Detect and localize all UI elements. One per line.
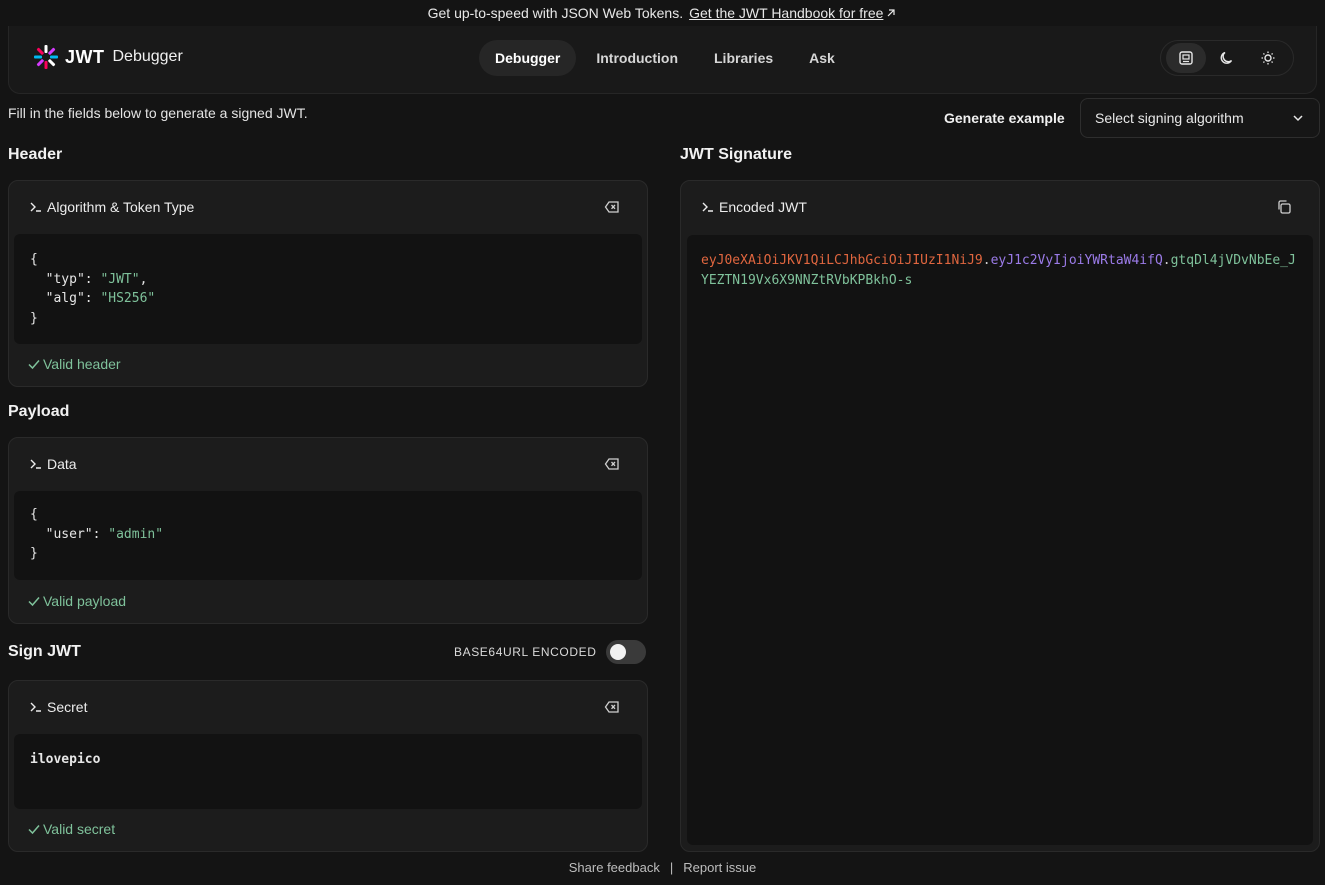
dark-theme-button[interactable] [1207,43,1247,73]
tab-libraries[interactable]: Libraries [698,40,789,76]
base64-toggle[interactable] [606,640,647,664]
header-panel: Algorithm & Token Type { "typ": "JWT", "… [8,180,648,387]
header-editor[interactable]: { "typ": "JWT", "alg": "HS256" } [14,234,642,344]
generate-example-label: Generate example [944,110,1065,126]
payload-editor[interactable]: { "user": "admin" } [14,491,642,580]
header-panel-title: Algorithm & Token Type [29,199,194,215]
sun-icon [1261,51,1275,65]
clear-payload-button[interactable] [601,453,623,475]
code-brace: { [30,507,38,522]
clear-icon [604,201,619,213]
terminal-icon [30,702,41,712]
payload-panel-title-text: Data [47,456,77,472]
payload-status: Valid payload [27,593,126,609]
terminal-icon [702,202,713,212]
secret-panel-title-text: Secret [47,699,88,715]
header-panel-head: Algorithm & Token Type [29,181,623,233]
check-icon [28,597,40,607]
header-section-title: Header [8,146,63,163]
jwt-logo-icon [34,45,58,69]
theme-switcher [1160,40,1294,76]
check-icon [28,360,40,370]
top-banner: Get up-to-speed with JSON Web Tokens. Ge… [0,0,1325,26]
system-theme-button[interactable] [1165,43,1206,73]
tab-debugger[interactable]: Debugger [479,40,577,76]
handbook-link-label: Get the JWT Handbook for free [689,5,884,21]
header-panel-title-text: Algorithm & Token Type [47,199,195,215]
encoded-panel-title: Encoded JWT [701,199,807,215]
copy-icon [1278,200,1291,214]
logo-word: JWT [65,46,105,67]
moon-icon [1220,51,1233,64]
footer: Share feedback | Report issue [0,860,1325,875]
jwt-header-part: eyJ0eXAiOiJKV1QiLCJhbGciOiJIUzI1NiJ9 [701,253,983,268]
sign-section-title: Sign JWT [8,643,81,660]
header-status: Valid header [27,356,121,372]
check-icon [28,825,40,835]
clear-secret-button[interactable] [601,696,623,718]
payload-status-text: Valid payload [43,593,127,609]
select-placeholder: Select signing algorithm [1095,110,1244,126]
code-key: "user" [45,526,93,542]
logo[interactable]: JWT Debugger [33,44,183,70]
jwt-dot: . [982,253,991,268]
navbar: JWT Debugger Debugger Introduction Libra… [8,26,1317,94]
footer-separator: | [669,860,674,875]
encoded-jwt-panel: Encoded JWT eyJ0eXAiOiJKV1QiLCJhbGciOiJI… [680,180,1320,852]
terminal-icon [30,459,41,469]
secret-panel: Secret ilovepico Valid secret [8,680,648,852]
base64-toggle-label: BASE64URL ENCODED [454,645,597,659]
code-value: "HS256" [100,291,156,306]
payload-panel-title: Data [29,456,77,472]
banner-text: Get up-to-speed with JSON Web Tokens. [427,5,684,21]
secret-status-text: Valid secret [43,821,116,837]
handbook-link[interactable]: Get the JWT Handbook for free [689,5,897,21]
light-theme-button[interactable] [1248,43,1288,73]
tab-introduction[interactable]: Introduction [580,40,694,76]
payload-panel: Data { "user": "admin" } Valid payload [8,437,648,624]
share-feedback-link[interactable]: Share feedback [569,860,660,875]
signature-section-title: JWT Signature [680,146,793,163]
external-link-icon [887,9,895,17]
code-value: "JWT" [100,271,140,287]
jwt-dot: . [1162,253,1171,268]
jwt-payload-part: eyJ1c2VyIjoiYWRtaW4ifQ [990,253,1163,268]
secret-panel-title: Secret [29,699,87,715]
secret-status: Valid secret [27,821,115,837]
chevron-down-icon [1293,115,1303,122]
nav-tabs: Debugger Introduction Libraries Ask [479,40,851,76]
logo-subtitle: Debugger [112,48,183,65]
tab-ask[interactable]: Ask [793,40,851,76]
code-brace: } [30,310,38,326]
toggle-knob [610,644,627,660]
code-key: "alg" [45,291,85,306]
secret-panel-head: Secret [29,681,623,733]
clear-header-button[interactable] [601,196,623,218]
encoded-panel-title-text: Encoded JWT [719,199,807,215]
secret-input[interactable]: ilovepico [14,734,642,809]
payload-section-title: Payload [8,403,70,420]
system-icon [1178,51,1193,65]
encoded-jwt-output[interactable]: eyJ0eXAiOiJKV1QiLCJhbGciOiJIUzI1NiJ9.eyJ… [687,235,1313,845]
header-status-text: Valid header [43,356,121,372]
code-brace: } [30,546,38,561]
copy-jwt-button[interactable] [1273,196,1295,218]
code-comma: , [139,271,148,287]
signing-algorithm-select[interactable]: Select signing algorithm [1080,98,1320,138]
code-key: "typ" [45,271,85,287]
encoded-panel-head: Encoded JWT [701,181,1295,233]
base64-toggle-group: BASE64URL ENCODED [454,640,647,664]
intro-text: Fill in the fields below to generate a s… [8,105,308,121]
clear-icon [604,701,619,713]
report-issue-link[interactable]: Report issue [683,860,756,875]
terminal-icon [30,202,41,212]
payload-panel-head: Data [29,438,623,490]
code-brace: { [30,252,38,267]
clear-icon [604,458,619,470]
code-value: "admin" [108,526,164,542]
